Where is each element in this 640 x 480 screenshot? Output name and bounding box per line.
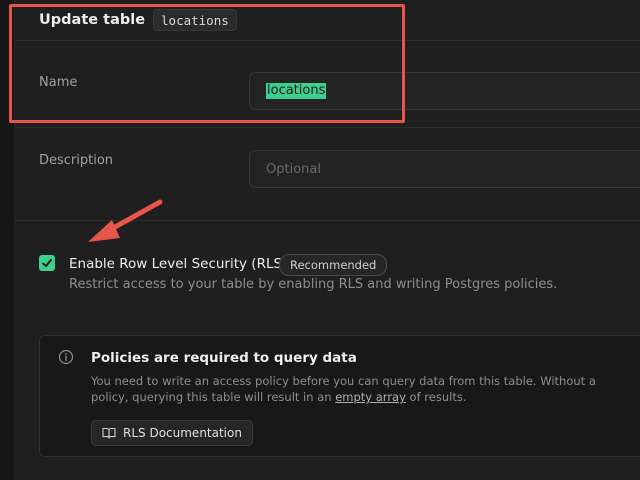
rls-label: Enable Row Level Security (RLS) [69, 256, 288, 272]
info-icon [58, 349, 74, 365]
description-label: Description [39, 153, 114, 168]
empty-array-link[interactable]: empty array [335, 390, 406, 404]
callout-title: Policies are required to query data [91, 350, 357, 366]
recommended-badge: Recommended [279, 254, 388, 276]
table-editor-screen: Update table locations Name locations De… [0, 0, 640, 480]
rls-documentation-label: RLS Documentation [123, 426, 242, 440]
rls-documentation-button[interactable]: RLS Documentation [91, 420, 253, 446]
book-icon [102, 427, 116, 439]
description-placeholder: Optional [266, 161, 321, 177]
annotation-highlight-box [9, 4, 405, 123]
callout-body: You need to write an access policy befor… [91, 373, 611, 405]
check-icon [42, 259, 52, 267]
callout-body-end: of results. [405, 390, 467, 404]
rls-checkbox[interactable] [39, 255, 55, 271]
name-divider [15, 127, 640, 128]
policies-callout: Policies are required to query data You … [39, 335, 640, 457]
rls-description: Restrict access to your table by enablin… [69, 277, 558, 292]
description-input[interactable]: Optional [249, 150, 640, 188]
annotation-arrow [88, 199, 163, 242]
